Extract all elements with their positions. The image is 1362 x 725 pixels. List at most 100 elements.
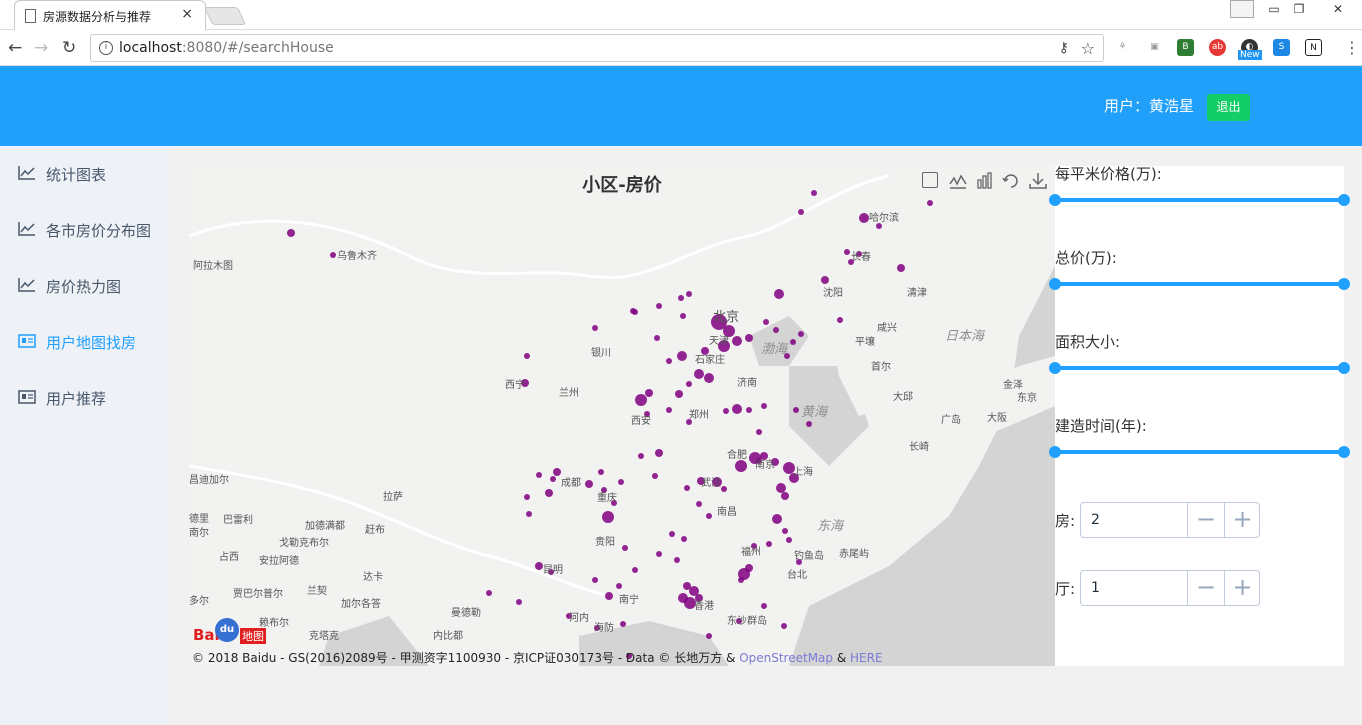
menu-icon[interactable]: ⋮ [1344,38,1360,57]
community-marker[interactable] [738,577,744,583]
back-icon[interactable]: ← [8,38,22,58]
community-marker[interactable] [735,460,747,472]
build-year-slider[interactable] [1055,450,1344,454]
community-marker[interactable] [723,408,729,414]
community-marker[interactable] [516,599,522,605]
community-marker[interactable] [616,583,622,589]
reload-icon[interactable]: ↻ [62,38,76,58]
slider-min-handle[interactable] [1049,278,1061,290]
community-marker[interactable] [677,351,687,361]
restore-icon[interactable] [1002,172,1020,190]
community-marker[interactable] [686,291,692,297]
community-marker[interactable] [592,577,598,583]
community-marker[interactable] [837,317,843,323]
community-marker[interactable] [598,469,604,475]
slider-min-handle[interactable] [1049,362,1061,374]
sidebar-item-heatmap[interactable]: 房价热力图 [0,258,170,314]
line-switch-icon[interactable] [949,172,967,190]
community-marker[interactable] [763,319,769,325]
bar-switch-icon[interactable] [976,172,994,190]
community-marker[interactable] [620,621,626,627]
community-marker[interactable] [696,501,702,507]
community-marker[interactable] [732,336,742,346]
sidebar-item-recommend[interactable]: 用户推荐 [0,370,170,426]
community-marker[interactable] [675,390,683,398]
community-marker[interactable] [773,327,779,333]
community-marker[interactable] [798,209,804,215]
community-marker[interactable] [535,562,543,570]
community-marker[interactable] [287,229,295,237]
community-marker[interactable] [524,353,530,359]
key-icon[interactable]: ⚷ [1059,40,1069,56]
new-tab-button[interactable] [203,7,247,25]
community-marker[interactable] [806,421,812,427]
community-marker[interactable] [798,331,804,337]
community-marker[interactable] [678,295,684,301]
profile-icon[interactable] [1230,0,1254,18]
url-input[interactable]: i localhost:8080/#/searchHouse ⚷ ☆ [90,34,1104,62]
info-icon[interactable]: i [99,41,113,55]
community-marker[interactable] [776,483,786,493]
area-slider[interactable] [1055,366,1344,370]
slider-max-handle[interactable] [1338,278,1350,290]
community-marker[interactable] [684,485,690,491]
osm-link[interactable]: OpenStreetMap [739,651,833,665]
community-marker[interactable] [897,264,905,272]
community-marker[interactable] [793,407,799,413]
minimize-icon[interactable]: ▭ [1262,0,1286,20]
window-close-icon[interactable]: ✕ [1316,0,1360,20]
community-marker[interactable] [526,511,532,517]
halls-decrease-button[interactable]: − [1187,571,1224,605]
community-marker[interactable] [553,468,561,476]
extension-icon[interactable]: ▣ [1146,39,1163,56]
community-marker[interactable] [694,369,704,379]
community-marker[interactable] [654,335,660,341]
community-marker[interactable] [772,514,782,524]
here-link[interactable]: HERE [850,651,883,665]
community-marker[interactable] [666,358,672,364]
community-marker[interactable] [524,494,530,500]
price-per-sqm-slider[interactable] [1055,198,1344,202]
sidebar-item-city-price[interactable]: 各市房价分布图 [0,202,170,258]
slider-max-handle[interactable] [1338,362,1350,374]
community-marker[interactable] [486,590,492,596]
community-marker[interactable] [745,564,753,572]
map-panel[interactable]: 小区-房价 乌鲁木齐 阿拉木图 哈尔滨 长春 沈阳 清津 北京 天津 银川 石家… [189,166,1055,666]
community-marker[interactable] [602,511,614,523]
tab-close-icon[interactable]: × [181,6,193,22]
rooms-increase-button[interactable]: + [1224,503,1260,537]
forward-icon[interactable]: → [34,38,48,58]
community-marker[interactable] [761,403,767,409]
community-marker[interactable] [632,567,638,573]
community-marker[interactable] [605,592,613,600]
slider-min-handle[interactable] [1049,446,1061,458]
community-marker[interactable] [622,545,628,551]
extension-icon[interactable]: B [1177,39,1194,56]
extension-icon[interactable]: N [1305,39,1322,56]
rooms-input[interactable]: 2 [1091,512,1100,528]
community-marker[interactable] [545,489,553,497]
sidebar-item-statistics[interactable]: 统计图表 [0,146,170,202]
community-marker[interactable] [592,325,598,331]
community-marker[interactable] [674,557,680,563]
community-marker[interactable] [638,453,644,459]
community-marker[interactable] [652,473,658,479]
community-marker[interactable] [666,407,672,413]
baidu-logo[interactable]: Bai du 地图 [193,618,267,644]
community-marker[interactable] [786,537,792,543]
community-marker[interactable] [656,551,662,557]
slider-max-handle[interactable] [1338,446,1350,458]
community-marker[interactable] [766,541,772,547]
community-marker[interactable] [618,479,624,485]
community-marker[interactable] [732,404,742,414]
community-marker[interactable] [585,480,593,488]
extension-icon[interactable]: ⚘ [1114,39,1131,56]
community-marker[interactable] [927,200,933,206]
download-icon[interactable] [1029,172,1047,190]
community-marker[interactable] [782,528,788,534]
slider-max-handle[interactable] [1338,194,1350,206]
extension-icon[interactable]: S [1273,39,1290,56]
halls-increase-button[interactable]: + [1224,571,1260,605]
data-view-icon[interactable] [922,172,938,188]
community-marker[interactable] [746,407,752,413]
